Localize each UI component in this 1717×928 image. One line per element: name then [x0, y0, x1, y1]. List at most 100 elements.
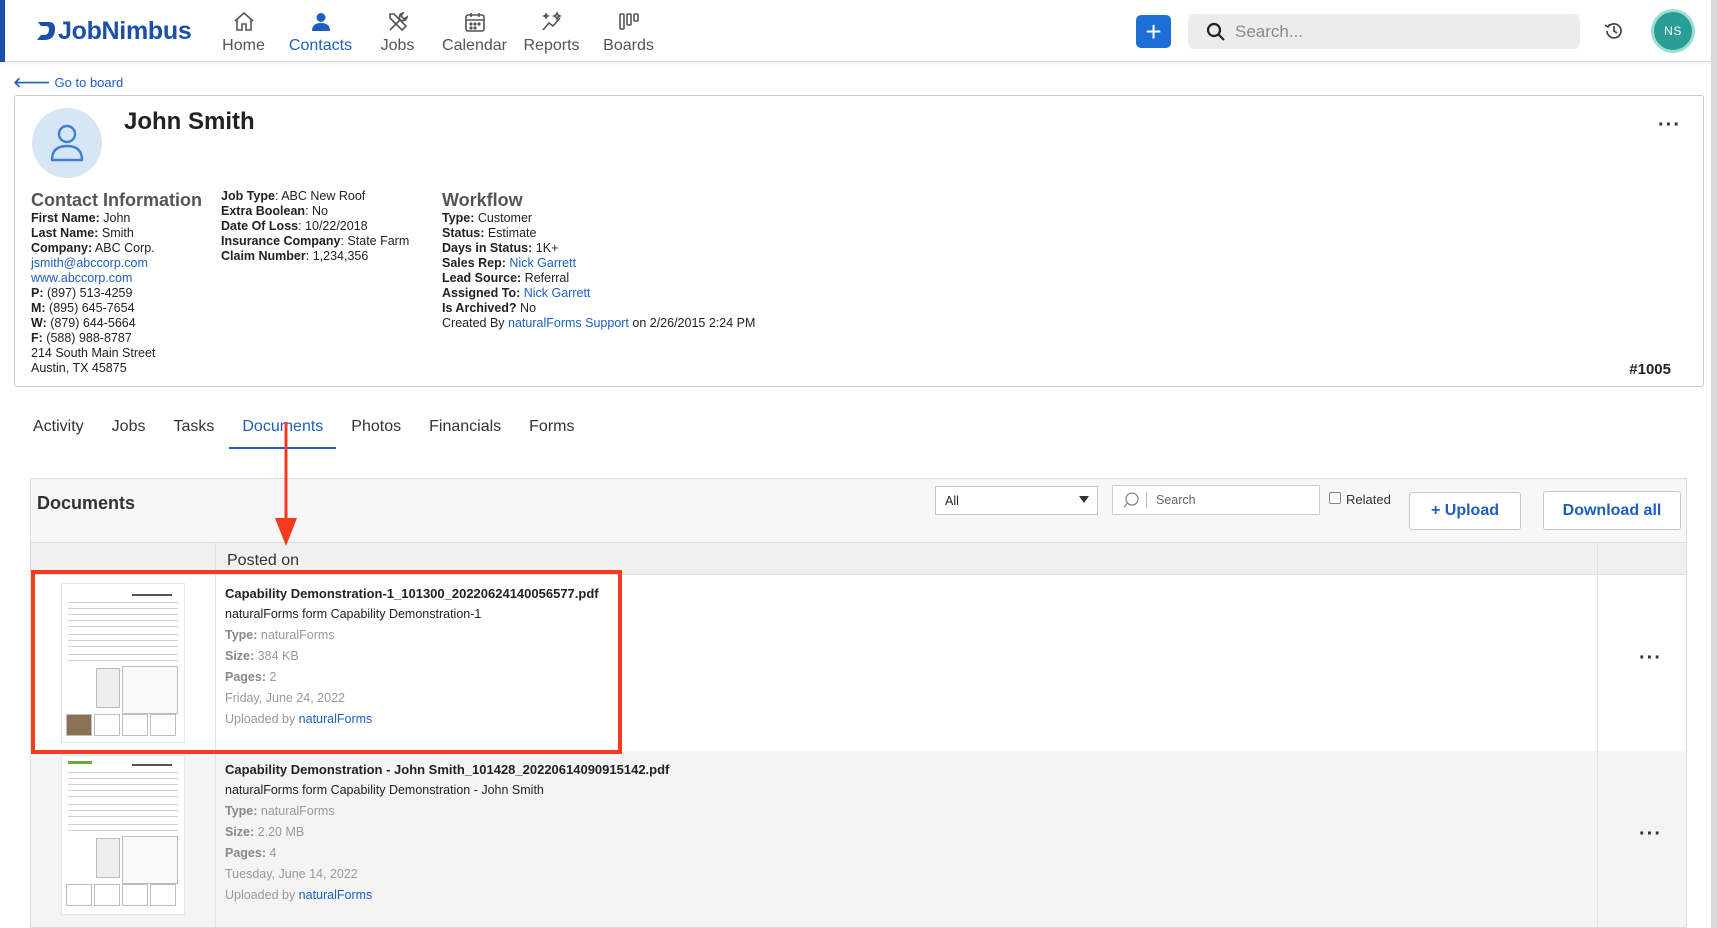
document-type: Type: naturalForms [225, 804, 335, 818]
workflow-type-row: Type: Customer [442, 211, 533, 225]
record-tabs: Activity Jobs Tasks Documents Photos Fin… [20, 408, 589, 449]
left-accent-bar [0, 0, 5, 62]
boards-icon [618, 13, 639, 30]
tab-documents[interactable]: Documents [229, 408, 337, 449]
created-by-link[interactable]: naturalForms Support [508, 316, 629, 330]
person-icon [311, 13, 330, 31]
global-search[interactable] [1188, 14, 1580, 49]
filter-selected-value: All [945, 493, 959, 508]
tab-activity[interactable]: Activity [20, 408, 97, 449]
nav-boards[interactable]: Boards [590, 6, 667, 56]
tab-tasks[interactable]: Tasks [160, 408, 227, 449]
download-all-button[interactable]: Download all [1543, 491, 1681, 530]
sales-rep-link[interactable]: Nick Garrett [509, 256, 576, 270]
sales-rep-row: Sales Rep: Nick Garrett [442, 256, 577, 270]
nav-boards-label: Boards [603, 37, 654, 54]
nav-home-label: Home [222, 37, 265, 54]
contact-more-icon[interactable]: ··· [1658, 114, 1681, 137]
document-info: Capability Demonstration - John Smith_10… [225, 759, 669, 906]
document-filename[interactable]: Capability Demonstration - John Smith_10… [225, 759, 669, 780]
documents-title: Documents [37, 493, 136, 513]
lead-source-row: Lead Source: Referral [442, 271, 570, 285]
row-more-icon[interactable]: ··· [1639, 647, 1662, 670]
document-search-input[interactable]: Search [1112, 485, 1320, 515]
annotation-highlight-box [31, 570, 622, 754]
upload-button[interactable]: + Upload [1409, 492, 1521, 530]
related-toggle[interactable]: Related [1329, 491, 1391, 507]
job-type-row: Job Type: ABC New Roof [221, 189, 366, 203]
nav-calendar[interactable]: Calendar [436, 6, 513, 56]
nav-reports-label: Reports [523, 37, 580, 54]
nav-jobs-label: Jobs [380, 37, 415, 54]
document-size: Size: 2.20 MB [225, 825, 305, 839]
days-in-status-row: Days in Status: 1K+ [442, 241, 559, 255]
caret-down-icon [1079, 496, 1089, 503]
website-link[interactable]: www.abccorp.com [31, 271, 202, 286]
nav-home[interactable]: Home [205, 6, 282, 56]
search-divider [1146, 492, 1147, 508]
home-icon [233, 11, 254, 31]
history-icon[interactable] [1603, 20, 1625, 42]
tab-photos[interactable]: Photos [338, 408, 414, 449]
contact-info-heading: Contact Information [31, 190, 202, 210]
claim-number-row: Claim Number: 1,234,356 [221, 249, 369, 263]
company-row: Company: ABC Corp. [31, 241, 155, 255]
nav-jobs[interactable]: Jobs [359, 6, 436, 56]
go-to-board-label: Go to board [54, 75, 124, 90]
search-input[interactable] [1235, 21, 1565, 42]
header-divider [1597, 543, 1598, 576]
insurance-company-row: Insurance Company: State Farm [221, 234, 410, 248]
contact-information: Contact Information First Name: John Las… [31, 189, 202, 376]
arrow-left-icon: 🡐 [13, 74, 51, 90]
extra-boolean-row: Extra Boolean: No [221, 204, 328, 218]
sparkle-chart-icon [541, 11, 562, 31]
row-more-icon[interactable]: ··· [1639, 823, 1662, 846]
phone-f-row: F: (588) 988-8787 [31, 331, 132, 345]
last-name-row: Last Name: Smith [31, 226, 134, 240]
workflow-status-row: Status: Estimate [442, 226, 537, 240]
search-icon [1206, 22, 1225, 41]
job-number: #1005 [1629, 361, 1671, 378]
tab-jobs[interactable]: Jobs [99, 408, 159, 449]
created-by-row: Created By naturalForms Support on 2/26/… [442, 316, 756, 330]
uploader-link[interactable]: naturalForms [299, 888, 373, 902]
posted-on-column-header[interactable]: Posted on [227, 552, 299, 570]
user-avatar[interactable]: NS [1651, 9, 1695, 53]
related-label: Related [1346, 492, 1391, 507]
contact-name: John Smith [124, 108, 255, 135]
address-line-2: Austin, TX 45875 [31, 361, 127, 375]
document-search-placeholder: Search [1156, 493, 1196, 507]
nav-contacts-label: Contacts [288, 37, 353, 54]
nav-reports[interactable]: Reports [513, 6, 590, 56]
document-pages: Pages: 4 [225, 846, 277, 860]
email-link[interactable]: jsmith@abccorp.com [31, 256, 202, 271]
calendar-icon [464, 13, 485, 32]
row-divider [1597, 575, 1598, 751]
related-checkbox[interactable] [1329, 491, 1341, 504]
add-button[interactable]: + [1136, 15, 1171, 48]
tab-forms[interactable]: Forms [516, 408, 587, 449]
date-of-loss-row: Date Of Loss: 10/22/2018 [221, 219, 368, 233]
top-navbar: JobNimbus Home Contacts Jobs Calendar Re… [0, 0, 1717, 62]
assigned-to-link[interactable]: Nick Garrett [524, 286, 591, 300]
document-row[interactable]: Capability Demonstration - John Smith_10… [31, 751, 1686, 927]
logo-mark-icon [37, 22, 55, 40]
job-fields: Job Type: ABC New Roof Extra Boolean: No… [221, 189, 409, 264]
main-nav: Home Contacts Jobs Calendar Reports Boar… [205, 6, 667, 56]
document-thumbnail[interactable] [61, 755, 185, 915]
phone-m-row: M: (895) 645-7654 [31, 301, 135, 315]
first-name-row: First Name: John [31, 211, 131, 225]
contact-card: John Smith ··· Contact Information First… [14, 95, 1704, 387]
jobnimbus-logo[interactable]: JobNimbus [36, 16, 192, 46]
go-to-board-link[interactable]: 🡐 Go to board [13, 74, 123, 91]
document-filter-select[interactable]: All [935, 486, 1098, 515]
search-bubble-icon [1123, 492, 1139, 508]
document-uploaded-by: Uploaded by naturalForms [225, 888, 373, 902]
contact-avatar [32, 108, 102, 178]
nav-contacts[interactable]: Contacts [282, 6, 359, 56]
tab-financials[interactable]: Financials [416, 408, 514, 449]
address-line-1: 214 South Main Street [31, 346, 156, 360]
tools-icon [388, 11, 408, 32]
row-divider [1597, 751, 1598, 927]
document-description: naturalForms form Capability Demonstrati… [225, 783, 544, 797]
